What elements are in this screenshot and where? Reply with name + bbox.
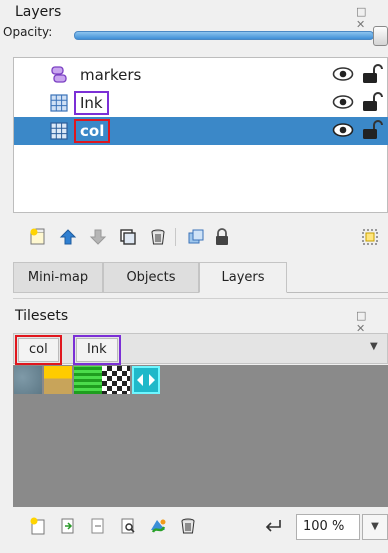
eye-icon[interactable] <box>332 121 354 143</box>
chevron-down-icon[interactable]: ▼ <box>370 341 378 352</box>
zoom-combobox[interactable]: 100 % <box>296 514 360 540</box>
eye-icon[interactable] <box>332 93 354 115</box>
opacity-label: Opacity: <box>3 25 53 39</box>
layer-name: markers <box>80 66 142 84</box>
splitter-handle[interactable] <box>13 298 388 302</box>
edit-terrain-icon[interactable] <box>148 516 168 536</box>
tilesets-panel-window-buttons[interactable]: □ ✕ <box>356 309 388 335</box>
tile-yellow-bar[interactable] <box>44 366 72 394</box>
layer-row-selected[interactable]: col <box>14 117 388 145</box>
tileset-tab-bar: col Ink ▼ <box>13 333 388 365</box>
toggle-other-layers-icon[interactable] <box>186 227 206 247</box>
toolbar-separator <box>175 228 176 246</box>
tile-checkerboard[interactable] <box>102 366 130 394</box>
unlock-icon[interactable] <box>361 64 383 88</box>
unlock-icon[interactable] <box>361 120 383 144</box>
highlight-layer-icon[interactable] <box>360 227 380 247</box>
layer-list[interactable]: markers Ink col <box>13 57 388 213</box>
tilesets-panel-title: Tilesets <box>15 308 69 324</box>
remove-tileset-icon[interactable] <box>178 516 198 536</box>
opacity-slider-handle[interactable] <box>373 26 388 46</box>
tab-mini-map[interactable]: Mini-map <box>13 262 103 293</box>
layer-name: col <box>73 119 111 143</box>
layers-panel-title: Layers <box>15 4 62 20</box>
dynamic-wrap-icon[interactable] <box>263 516 283 536</box>
zoom-dropdown-button[interactable]: ▼ <box>362 514 388 540</box>
unlock-icon[interactable] <box>361 92 383 116</box>
lock-layer-icon[interactable] <box>212 227 232 247</box>
layer-row[interactable]: Ink <box>14 89 388 117</box>
layer-name: Ink <box>74 91 109 115</box>
tileset-view[interactable] <box>13 365 388 507</box>
tileset-tab-col[interactable]: col <box>15 335 62 365</box>
raise-layer-icon[interactable] <box>58 227 78 247</box>
tile-layer-icon <box>50 122 68 140</box>
tab-layers[interactable]: Layers <box>199 262 287 293</box>
tileset-properties-icon[interactable] <box>118 516 138 536</box>
opacity-slider[interactable] <box>74 31 374 40</box>
lower-layer-icon[interactable] <box>88 227 108 247</box>
tile-green-grid[interactable] <box>74 366 102 394</box>
tileset-tab-ink[interactable]: Ink <box>73 335 121 365</box>
new-tileset-icon[interactable] <box>28 516 48 536</box>
export-tileset-icon[interactable] <box>88 516 108 536</box>
duplicate-layer-icon[interactable] <box>118 227 138 247</box>
tab-objects[interactable]: Objects <box>103 262 199 293</box>
eye-icon[interactable] <box>332 65 354 87</box>
import-tileset-icon[interactable] <box>58 516 78 536</box>
tile-stone[interactable] <box>14 366 42 394</box>
tile-layer-icon <box>50 94 68 112</box>
delete-layer-icon[interactable] <box>148 227 168 247</box>
tile-cyan-arrows[interactable] <box>132 366 160 394</box>
new-layer-icon[interactable] <box>28 227 48 247</box>
object-layer-icon <box>50 66 68 84</box>
dock-tab-bar: Mini-map Objects Layers <box>13 262 388 293</box>
layer-row[interactable]: markers <box>14 61 388 89</box>
